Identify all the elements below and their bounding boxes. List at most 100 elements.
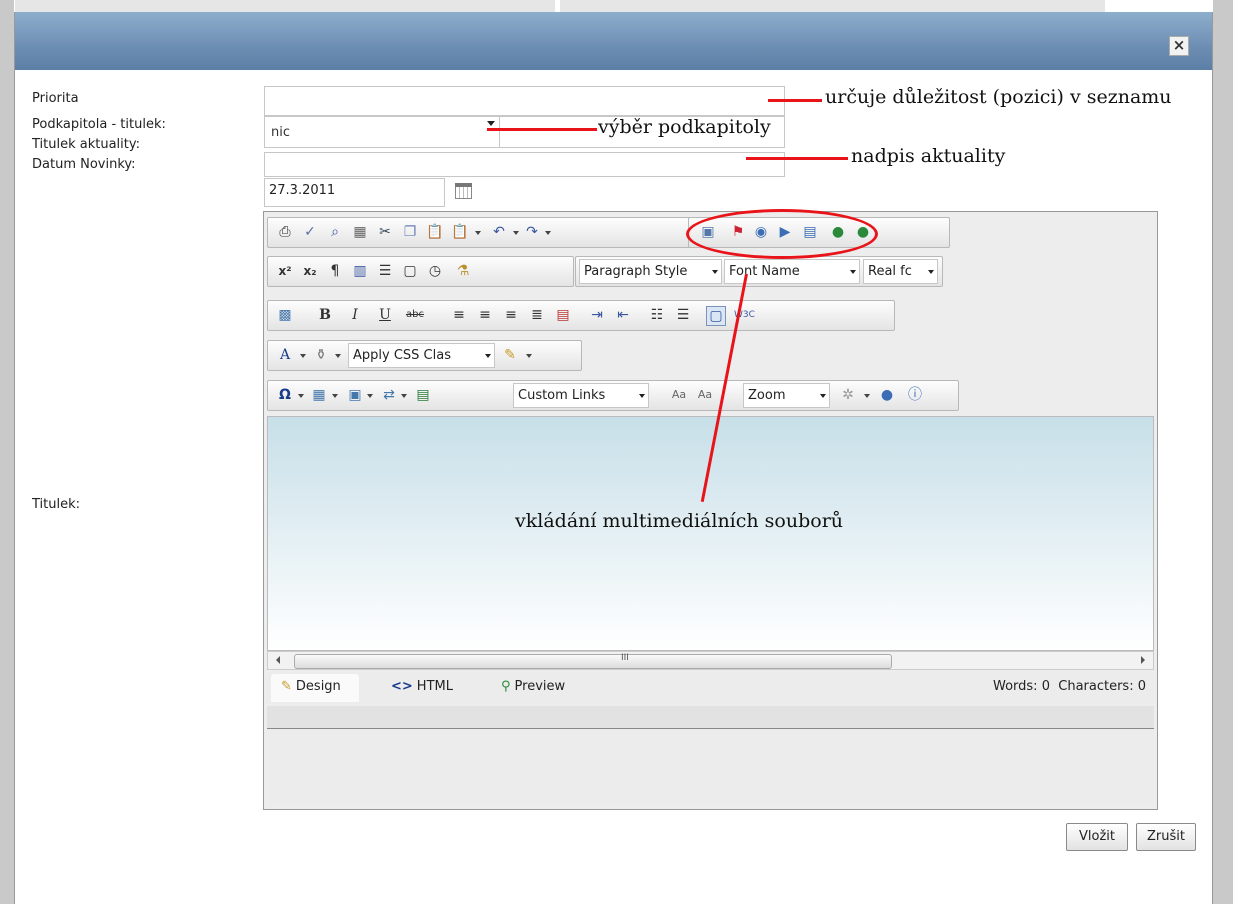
symbols-icon[interactable]: Ω xyxy=(276,386,294,404)
subscript-icon[interactable]: x₂ xyxy=(301,262,319,280)
chevron-down-icon[interactable] xyxy=(513,231,519,235)
chevron-down-icon xyxy=(712,270,718,274)
insert-date-icon[interactable]: ▥ xyxy=(351,262,369,280)
chevron-down-icon[interactable] xyxy=(864,394,870,398)
chevron-down-icon[interactable] xyxy=(526,354,532,358)
chevron-down-icon[interactable] xyxy=(545,231,551,235)
chevron-down-icon xyxy=(639,394,645,398)
italic-icon[interactable]: I xyxy=(346,306,364,324)
paragraph-style-dropdown[interactable]: Paragraph Style xyxy=(579,259,722,284)
bold-icon[interactable]: B xyxy=(316,306,334,324)
tab-html[interactable]: <> HTML xyxy=(391,679,453,694)
media-tools-highlight xyxy=(686,209,878,259)
align-left-icon[interactable]: ≡ xyxy=(450,306,468,324)
subchapter-label: Podkapitola - titulek: xyxy=(32,117,166,132)
align-right-icon[interactable]: ≡ xyxy=(502,306,520,324)
magnifier-icon: ⚲ xyxy=(501,679,511,694)
tab-preview[interactable]: ⚲ Preview xyxy=(501,679,565,694)
annotation-line-title xyxy=(746,157,848,160)
insert-button[interactable]: Vložit xyxy=(1066,823,1128,851)
chevron-down-icon xyxy=(850,270,856,274)
insert-snippet-icon[interactable]: ⇄ xyxy=(380,386,398,404)
underline-icon[interactable]: U xyxy=(376,306,394,324)
news-title-input[interactable] xyxy=(264,152,785,177)
select-all-icon[interactable]: ▦ xyxy=(351,223,369,241)
zoom-dropdown[interactable]: Zoom xyxy=(743,383,830,408)
apply-css-class-dropdown[interactable]: Apply CSS Clas xyxy=(348,343,495,368)
format-stripper-icon[interactable]: ⚗ xyxy=(454,262,472,280)
indent-icon[interactable]: ⇥ xyxy=(588,306,606,324)
priority-input[interactable] xyxy=(264,86,785,116)
character-count: Characters: 0 xyxy=(1058,679,1146,694)
paragraph-icon[interactable]: ¶ xyxy=(326,262,344,280)
news-title-label: Titulek aktuality: xyxy=(32,137,141,152)
chevron-down-icon xyxy=(487,121,495,126)
annotation-line-subchapter xyxy=(487,128,597,131)
background-panel xyxy=(560,0,1105,12)
chevron-down-icon[interactable] xyxy=(401,394,407,398)
chevron-down-icon[interactable] xyxy=(300,354,306,358)
dialog-titlebar xyxy=(15,12,1212,70)
redo-icon[interactable]: ↷ xyxy=(523,223,541,241)
find-replace-icon[interactable]: ⌕ xyxy=(326,223,344,241)
case-toggle-icon[interactable]: Aa xyxy=(696,386,714,404)
insert-form-icon[interactable]: ▤ xyxy=(414,386,432,404)
highlight-color-icon[interactable]: ⚱ xyxy=(312,346,330,364)
undo-icon[interactable]: ↶ xyxy=(490,223,508,241)
toggle-border-icon[interactable]: ▢ xyxy=(706,306,726,326)
date-input[interactable]: 27.3.2011 xyxy=(264,178,445,207)
real-font-size-label: Real fc xyxy=(868,264,912,279)
text-direction-icon[interactable]: Aa xyxy=(670,386,688,404)
module-manager-icon[interactable]: ✲ xyxy=(839,386,857,404)
justify-icon[interactable]: ≣ xyxy=(528,306,546,324)
editor-footer-area xyxy=(267,729,1154,805)
paste-options-icon[interactable]: 📋 xyxy=(451,223,469,241)
chevron-down-icon[interactable] xyxy=(298,394,304,398)
superscript-icon[interactable]: x² xyxy=(276,262,294,280)
subchapter-selected-value: nic xyxy=(271,125,290,140)
about-icon[interactable]: ⓘ xyxy=(906,386,924,404)
format-painter-icon[interactable]: ✎ xyxy=(501,346,519,364)
apply-css-class-label: Apply CSS Clas xyxy=(353,348,451,363)
clock-icon[interactable]: ◷ xyxy=(426,262,444,280)
print-icon[interactable]: ⎙ xyxy=(276,223,294,241)
pencil-icon: ✎ xyxy=(281,679,292,694)
custom-links-dropdown[interactable]: Custom Links xyxy=(513,383,649,408)
real-font-size-dropdown[interactable]: Real fc xyxy=(863,259,938,284)
close-button[interactable]: × xyxy=(1169,36,1189,56)
insert-element-icon[interactable]: ▣ xyxy=(346,386,364,404)
chevron-down-icon[interactable] xyxy=(335,354,341,358)
remove-alignment-icon[interactable]: ▤ xyxy=(554,306,572,324)
horizontal-rule-icon[interactable]: ☰ xyxy=(376,262,394,280)
calendar-icon[interactable] xyxy=(455,183,472,199)
copy-icon[interactable]: ❐ xyxy=(401,223,419,241)
horizontal-scrollbar[interactable]: III xyxy=(267,651,1154,670)
priority-label: Priorita xyxy=(32,91,79,106)
date-value: 27.3.2011 xyxy=(269,183,336,198)
spellcheck-icon[interactable]: ✓ xyxy=(301,223,319,241)
insert-time-icon[interactable]: ▢ xyxy=(401,262,419,280)
chevron-down-icon xyxy=(485,354,491,358)
font-color-icon[interactable]: A xyxy=(276,346,294,364)
insert-table-icon[interactable]: ▦ xyxy=(310,386,328,404)
cancel-button[interactable]: Zrušit xyxy=(1136,823,1196,851)
image-icon[interactable]: ▩ xyxy=(276,306,294,324)
track-changes-icon[interactable]: ● xyxy=(878,386,896,404)
strikethrough-icon[interactable]: abc xyxy=(406,306,424,324)
subchapter-select[interactable]: nic xyxy=(264,116,500,148)
chevron-down-icon[interactable] xyxy=(332,394,338,398)
cut-icon[interactable]: ✂ xyxy=(376,223,394,241)
editor-mode-bar: ✎ Design <> HTML ⚲ Preview Words: 0 Charact… xyxy=(267,672,1154,704)
numbered-list-icon[interactable]: ☷ xyxy=(648,306,666,324)
scrollbar-thumb[interactable]: III xyxy=(294,653,892,669)
tab-design[interactable]: ✎ Design xyxy=(271,674,359,702)
paste-icon[interactable]: 📋 xyxy=(426,223,444,241)
zoom-label: Zoom xyxy=(748,388,786,403)
scroll-left-icon[interactable] xyxy=(276,656,280,664)
scroll-right-icon[interactable] xyxy=(1141,656,1145,664)
align-center-icon[interactable]: ≡ xyxy=(476,306,494,324)
outdent-icon[interactable]: ⇤ xyxy=(614,306,632,324)
chevron-down-icon[interactable] xyxy=(475,231,481,235)
bulleted-list-icon[interactable]: ☰ xyxy=(674,306,692,324)
chevron-down-icon[interactable] xyxy=(367,394,373,398)
